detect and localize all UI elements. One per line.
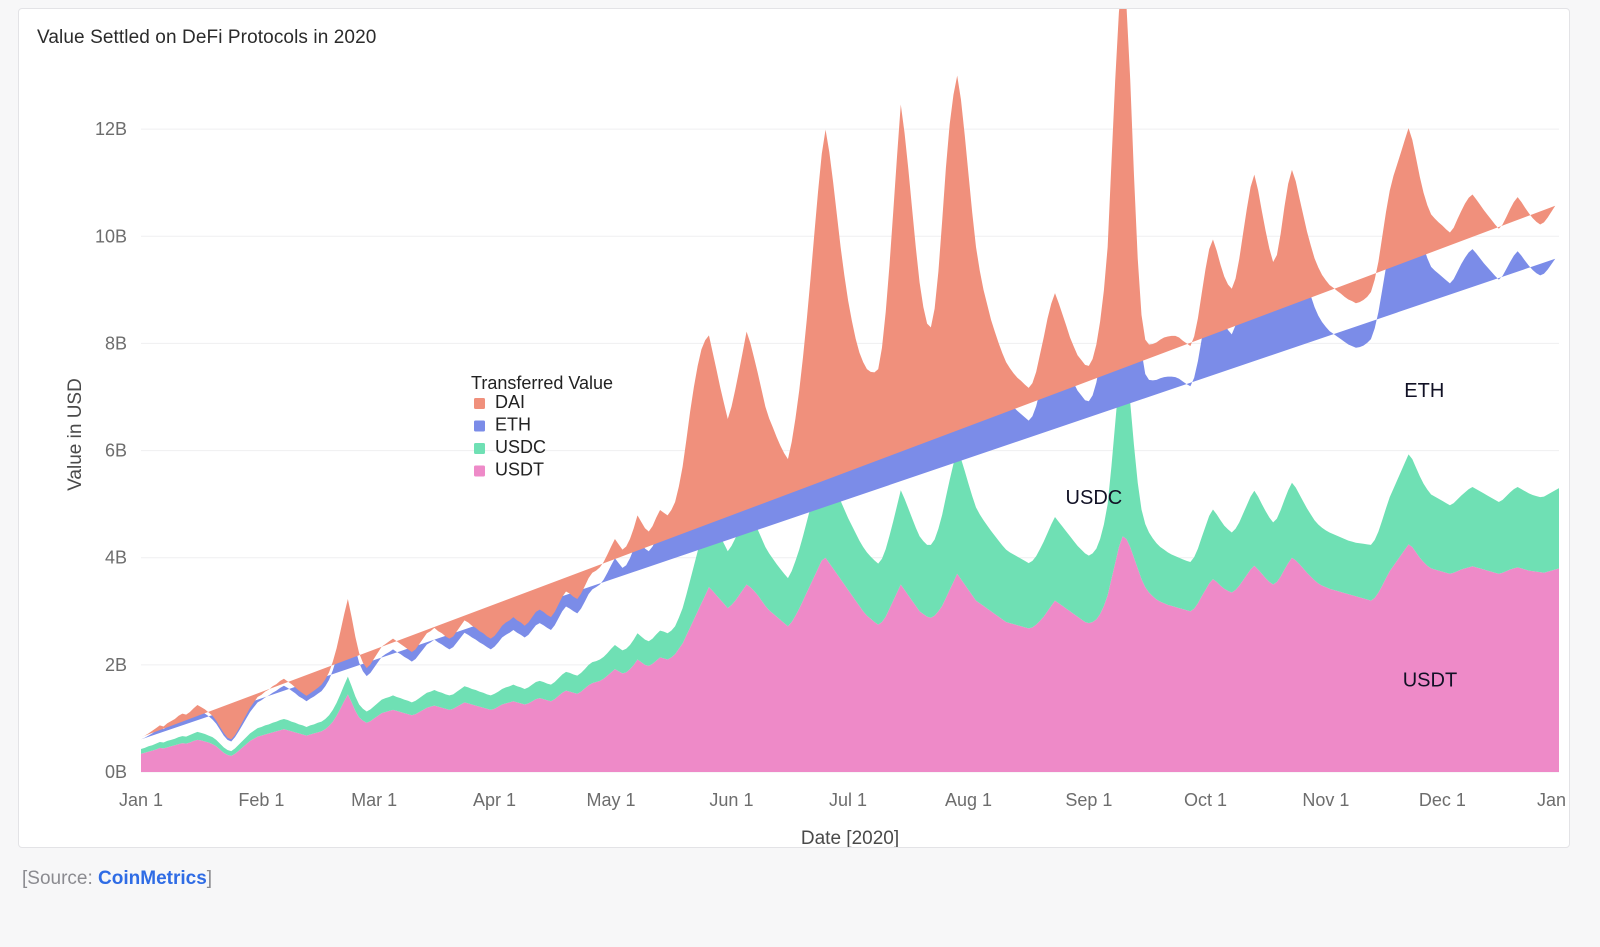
legend-item-dai[interactable]: DAI xyxy=(474,392,525,412)
source-suffix: ] xyxy=(207,868,212,889)
coinmetrics-link[interactable]: CoinMetrics xyxy=(98,868,207,889)
legend-swatch xyxy=(474,421,485,432)
source-prefix: [Source: xyxy=(22,868,98,889)
x-axis-ticks-group: Jan 1 Feb 1 Mar 1 Apr 1 May 1 Jun 1 Jul 1 Aug 1… xyxy=(119,790,1570,810)
legend-item-label: USDC xyxy=(495,437,546,457)
legend-swatch xyxy=(474,398,485,409)
x-tick-label: Apr 1 xyxy=(473,790,516,810)
legend-swatch xyxy=(474,466,485,477)
x-tick-label: Jul 1 xyxy=(829,790,867,810)
screenshot-root: Value Settled on DeFi Protocols in 2020 … xyxy=(0,0,1600,947)
x-tick-label: Feb 1 xyxy=(238,790,284,810)
x-tick-label: Sep 1 xyxy=(1065,790,1112,810)
x-axis-title: Date [2020] xyxy=(801,828,899,847)
x-tick-label: Mar 1 xyxy=(351,790,397,810)
legend-item-eth[interactable]: ETH xyxy=(474,415,531,435)
y-tick-label: 4B xyxy=(105,548,127,568)
legend-item-usdc[interactable]: USDC xyxy=(474,437,546,457)
legend-title: Transferred Value xyxy=(471,373,613,393)
y-tick-label: 2B xyxy=(105,655,127,675)
legend-item-label: DAI xyxy=(495,392,525,412)
y-tick-label: 8B xyxy=(105,333,127,353)
legend-item-usdt[interactable]: USDT xyxy=(474,460,544,480)
x-tick-label: Jan 1 xyxy=(1537,790,1570,810)
chart-card: Value Settled on DeFi Protocols in 2020 … xyxy=(18,8,1570,848)
x-tick-label: Jun 1 xyxy=(709,790,753,810)
x-tick-label: Jan 1 xyxy=(119,790,163,810)
annotation-usdc: USDC xyxy=(1066,487,1123,509)
x-tick-label: Aug 1 xyxy=(945,790,992,810)
y-axis-title: Value in USD xyxy=(65,378,86,491)
area-series-group xyxy=(141,9,1559,772)
legend-swatch xyxy=(474,443,485,454)
x-tick-label: Oct 1 xyxy=(1184,790,1227,810)
x-tick-label: Dec 1 xyxy=(1419,790,1466,810)
y-axis-ticks-group: 0B 2B 4B 6B 8B 10B 12B xyxy=(95,119,127,782)
y-tick-label: 0B xyxy=(105,762,127,782)
annotation-eth: ETH xyxy=(1404,380,1444,402)
source-attribution: [Source: CoinMetrics] xyxy=(22,868,212,890)
x-tick-label: Nov 1 xyxy=(1302,790,1349,810)
y-tick-label: 10B xyxy=(95,226,127,246)
legend-group[interactable]: Transferred ValueDAI ETHUSDC USDT xyxy=(471,373,613,480)
legend-item-label: USDT xyxy=(495,460,544,480)
annotation-usdt: USDT xyxy=(1403,669,1457,691)
stacked-area-chart: 0B 2B 4B 6B 8B 10B 12B Jan 1 Feb 1 Mar 1 Apr 1 May… xyxy=(19,9,1570,847)
y-tick-label: 12B xyxy=(95,119,127,139)
x-tick-label: May 1 xyxy=(587,790,636,810)
y-tick-label: 6B xyxy=(105,441,127,461)
legend-item-label: ETH xyxy=(495,415,531,435)
